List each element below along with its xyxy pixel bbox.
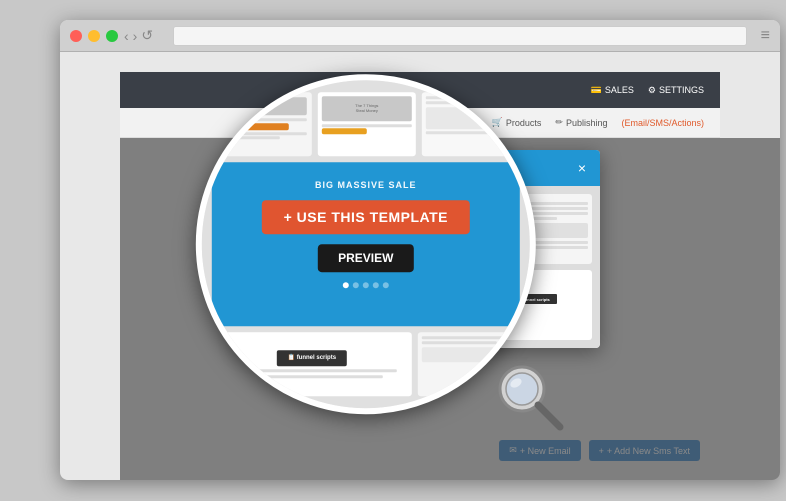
zoom-circle: Reset Our MarketingReport Right Now The …	[196, 74, 536, 414]
zoom-card-2[interactable]: The 7 ThingsSteal Money	[318, 92, 416, 156]
browser-nav: ‹ › ↺	[124, 27, 153, 44]
zoom-circle-inner: Reset Our MarketingReport Right Now The …	[202, 80, 530, 408]
carousel-dots	[343, 282, 389, 288]
dot-4[interactable]	[373, 282, 379, 288]
zoom-banner-text: BIG MASSIVE SALE	[315, 180, 417, 190]
subnav-publishing[interactable]: ✏ Publishing	[555, 117, 607, 128]
preview-button[interactable]: PREVIEW	[318, 244, 413, 272]
traffic-light-yellow[interactable]	[88, 30, 100, 42]
dot-3[interactable]	[363, 282, 369, 288]
dot-5[interactable]	[383, 282, 389, 288]
refresh-button[interactable]: ↺	[141, 27, 153, 44]
zoom-card-3[interactable]	[422, 92, 520, 156]
browser-menu-icon[interactable]: ≡	[761, 27, 770, 45]
dot-2[interactable]	[353, 282, 359, 288]
breadcrumb: (Email/SMS/Actions)	[621, 118, 704, 128]
magnifier-icon	[494, 361, 566, 433]
browser-titlebar: ‹ › ↺ ≡	[60, 20, 780, 52]
zoom-funnel-card[interactable]: 📋 funnel scripts	[212, 332, 412, 396]
modal-close-btn-bg[interactable]: ×	[578, 160, 586, 176]
settings-icon: ⚙	[648, 85, 656, 96]
dot-1[interactable]	[343, 282, 349, 288]
use-template-button[interactable]: + USE THIS TEMPLATE	[262, 200, 470, 234]
zoom-top-row: Reset Our MarketingReport Right Now The …	[212, 92, 520, 156]
traffic-light-red[interactable]	[70, 30, 82, 42]
back-button[interactable]: ‹	[124, 28, 129, 44]
traffic-light-green[interactable]	[106, 30, 118, 42]
publishing-icon: ✏	[555, 117, 563, 128]
forward-button[interactable]: ›	[133, 28, 138, 44]
address-bar[interactable]	[173, 26, 747, 46]
nav-item-settings[interactable]: ⚙ SETTINGS	[648, 85, 704, 96]
nav-item-sales[interactable]: 💳 SALES	[591, 85, 634, 96]
funnel-scripts-text: 📋 funnel scripts	[288, 354, 336, 361]
zoom-bottom-row: 📋 funnel scripts	[212, 332, 520, 396]
zoom-card-1[interactable]: Reset Our MarketingReport Right Now	[212, 92, 312, 156]
zoom-featured-template[interactable]: BIG MASSIVE SALE + USE THIS TEMPLATE PRE…	[212, 162, 520, 326]
sales-icon: 💳	[591, 85, 602, 96]
